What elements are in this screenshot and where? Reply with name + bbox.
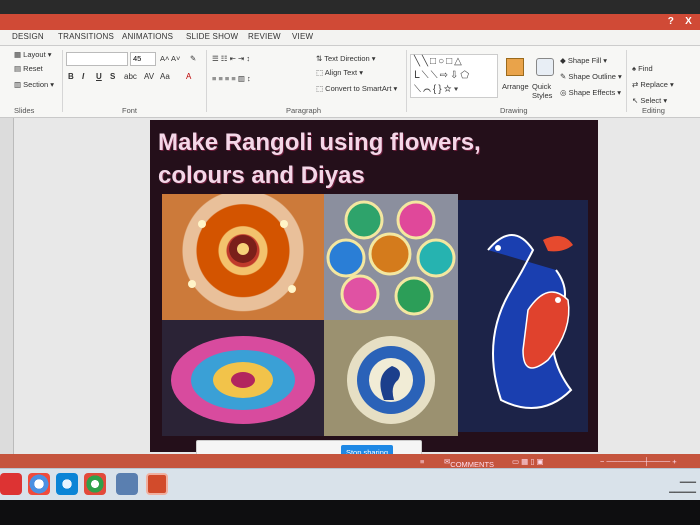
shape-effects-button[interactable]: ◎ Shape Effects ▾ (560, 88, 621, 97)
circle-rangoli-icon (326, 200, 456, 316)
char-spacing-icon[interactable]: AV (144, 72, 154, 81)
windows-taskbar: ▁▁▁ ▁▁▁▁▁ (0, 468, 700, 500)
slide-title[interactable]: Make Rangoli using flowers, colours and … (158, 126, 518, 192)
shape-fill-button[interactable]: ◆ Shape Fill ▾ (560, 56, 607, 65)
replace-button[interactable]: ⇄ Replace ▾ (632, 80, 674, 89)
powerpoint-window: ? X DESIGN TRANSITIONS ANIMATIONS SLIDE … (0, 0, 700, 525)
tab-view[interactable]: VIEW (292, 32, 313, 41)
shape-effects-label: Shape Effects (568, 88, 616, 97)
layout-button[interactable]: ▦ Layout ▾ (14, 50, 52, 59)
status-bar: ≡ ✉ COMMENTS ▭ ▦ ▯ ▣ − ───────┼──── + (0, 454, 700, 469)
shape-fill-label: Shape Fill (567, 56, 602, 65)
strikethrough-icon[interactable]: abc (124, 72, 137, 81)
quick-styles-button[interactable]: Quick Styles (532, 82, 556, 100)
divider (626, 50, 627, 112)
find-button[interactable]: ♠ Find (632, 64, 653, 73)
convert-smartart-button[interactable]: ⬚ Convert to SmartArt ▾ (316, 84, 397, 93)
shadow-button[interactable]: S (110, 72, 115, 81)
browser-icon[interactable] (84, 473, 106, 495)
shape-outline-button[interactable]: ✎ Shape Outline ▾ (560, 72, 622, 81)
select-button[interactable]: ↖ Select ▾ (632, 96, 667, 105)
help-button[interactable]: ? (668, 14, 674, 30)
clear-format-icon[interactable]: ✎ (190, 54, 196, 63)
peacock-rangoli-icon (347, 336, 435, 424)
quick-styles-icon (536, 58, 554, 76)
grow-font-icon[interactable]: A˄ A˅ (160, 54, 180, 63)
rangoli-circles-image[interactable] (324, 194, 458, 320)
text-direction-button[interactable]: ⇅ Text Direction ▾ (316, 54, 376, 63)
shapes-gallery[interactable]: ╲╲□○□△ ᒪ⟍⟍⇨⇩⬠ ⟍⌒{}☆▾ (410, 54, 498, 98)
divider (206, 50, 207, 112)
peacock-rangoli-image[interactable] (458, 200, 588, 432)
close-button[interactable]: X (685, 14, 692, 30)
tab-design[interactable]: DESIGN (12, 32, 44, 41)
pink-rangoli-image[interactable] (162, 320, 324, 436)
convert-smartart-label: Convert to SmartArt (325, 84, 392, 93)
explorer-icon[interactable] (116, 473, 138, 495)
align-text-button[interactable]: ⬚ Align Text ▾ (316, 68, 363, 77)
bold-button[interactable]: B (68, 72, 74, 81)
ribbon: ▦ Layout ▾ ▤ Reset ▥ Section ▾ Slides 45… (0, 46, 700, 118)
reset-label: Reset (23, 64, 43, 73)
peacock-icon (487, 234, 573, 409)
ribbon-tabs: DESIGN TRANSITIONS ANIMATIONS SLIDE SHOW… (0, 30, 700, 46)
tab-transitions[interactable]: TRANSITIONS (58, 32, 114, 41)
shape-outline-label: Shape Outline (568, 72, 616, 81)
drawing-group-label: Drawing (500, 106, 528, 115)
start-icon[interactable] (0, 473, 22, 495)
zoom-slider[interactable]: − ───────┼──── + (600, 457, 677, 466)
section-button[interactable]: ▥ Section ▾ (14, 80, 54, 89)
flower-rangoli-icon (188, 220, 296, 293)
bullets-icon[interactable]: ☰ ☷ ⇤ ⇥ ↕ (212, 54, 250, 63)
slide-thumbnail-panel[interactable] (0, 118, 14, 454)
powerpoint-icon[interactable] (146, 473, 168, 495)
divider (406, 50, 407, 112)
font-name-dropdown[interactable] (66, 52, 128, 66)
rangoli-diya-image[interactable] (162, 194, 324, 320)
small-peacock-rangoli-image[interactable] (324, 320, 458, 436)
edge-icon[interactable] (56, 473, 78, 495)
mandala-rangoli-icon (171, 336, 315, 424)
text-direction-label: Text Direction (324, 54, 370, 63)
layout-label: Layout (23, 50, 46, 59)
divider (62, 50, 63, 112)
find-label: Find (638, 64, 653, 73)
font-color-icon[interactable]: A (186, 72, 191, 81)
replace-label: Replace (640, 80, 668, 89)
font-group-label: Font (122, 106, 138, 115)
slide-workspace: Make Rangoli using flowers, colours and … (0, 118, 700, 454)
align-icons[interactable]: ≡ ≡ ≡ ≡ ▥ ↕ (212, 74, 251, 83)
slide-canvas[interactable]: Make Rangoli using flowers, colours and … (150, 120, 598, 452)
view-buttons[interactable]: ▭ ▦ ▯ ▣ (512, 457, 544, 466)
italic-button[interactable]: I (82, 72, 84, 81)
chrome-icon[interactable] (28, 473, 50, 495)
reset-button[interactable]: ▤ Reset (14, 64, 43, 73)
align-text-label: Align Text (324, 68, 358, 77)
notes-icon[interactable]: ≡ (420, 457, 424, 466)
paragraph-group-label: Paragraph (286, 106, 322, 115)
section-label: Section (23, 80, 49, 89)
comments-button[interactable]: ✉ COMMENTS (444, 457, 494, 469)
tab-slide-show[interactable]: SLIDE SHOW (186, 32, 238, 41)
arrange-button[interactable]: Arrange (502, 82, 529, 91)
editing-group-label: Editing (642, 106, 665, 115)
system-clock[interactable]: ▁▁▁ ▁▁▁▁▁ (669, 475, 696, 495)
font-size-dropdown[interactable]: 45 (130, 52, 156, 66)
tab-animations[interactable]: ANIMATIONS (122, 32, 173, 41)
tab-review[interactable]: REVIEW (248, 32, 281, 41)
monitor-bezel (0, 500, 700, 525)
change-case-button[interactable]: Aa (160, 72, 170, 81)
underline-button[interactable]: U (96, 72, 102, 81)
title-bar: ? X (0, 14, 700, 30)
arrange-icon (506, 58, 524, 76)
select-label: Select (640, 96, 662, 105)
slides-group-label: Slides (14, 106, 35, 115)
